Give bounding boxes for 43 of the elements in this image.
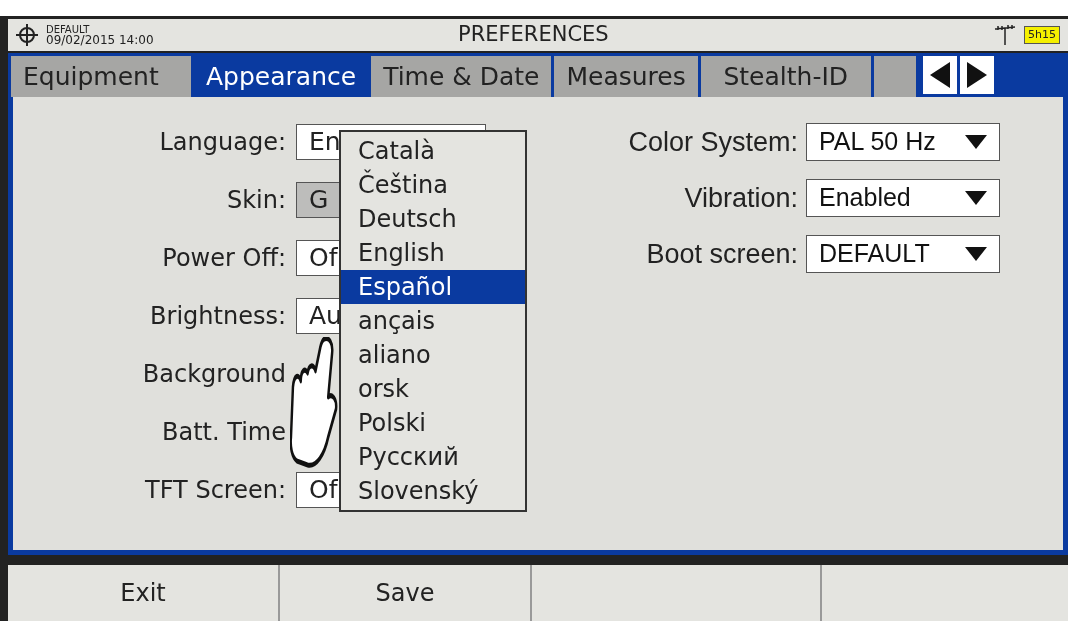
window-title: PREFERENCES [458, 21, 609, 49]
softkey-button[interactable]: Exit [8, 565, 280, 621]
select-field[interactable]: PAL 50 Hz [806, 123, 1000, 161]
right-arrow-icon [966, 62, 987, 88]
menu-item[interactable]: orsk [341, 372, 525, 406]
setting-label: Vibration: [683, 181, 799, 215]
menu-item[interactable]: Español [341, 270, 525, 304]
tab[interactable]: Measures [554, 56, 698, 97]
tab[interactable]: Time & Date [371, 56, 552, 97]
menu-item[interactable]: ançais [341, 304, 525, 338]
tab[interactable]: Stealth-ID [700, 56, 871, 97]
setting-label: TFT Screen: [144, 475, 286, 506]
setting-label: Boot screen: [645, 237, 799, 271]
caret-icon [965, 247, 987, 261]
crosshair-icon [16, 24, 38, 46]
menu-item[interactable]: Català [341, 134, 525, 168]
antenna-icon [994, 25, 1017, 45]
menu-item[interactable]: Čeština [341, 168, 525, 202]
setting-label: Color System: [627, 125, 799, 159]
scroll-right-button[interactable] [959, 56, 994, 94]
menu-item[interactable]: Deutsch [341, 202, 525, 236]
setting-label: Skin: [225, 185, 286, 216]
caret-icon [965, 135, 987, 149]
setting-label: Background [141, 359, 286, 390]
left-arrow-icon [929, 62, 950, 88]
setting-label: Language: [158, 127, 286, 158]
menu-item[interactable]: Русский [341, 440, 525, 474]
tab[interactable]: Equipment [11, 56, 191, 97]
setting-label: Power Off: [161, 243, 286, 274]
battery-indicator: 5h15 [1024, 26, 1060, 44]
select-field[interactable]: DEFAULT [806, 235, 1000, 273]
scroll-left-button[interactable] [922, 56, 957, 94]
setting-label: Brightness: [149, 301, 286, 332]
date-time: 09/02/2015 14:00 [46, 35, 154, 46]
setting-label: Batt. Time [161, 417, 286, 448]
menu-item[interactable]: English [341, 236, 525, 270]
menu-item[interactable]: Slovenský [341, 474, 525, 508]
select-field[interactable]: Enabled [806, 179, 1000, 217]
menu-item[interactable]: Polski [341, 406, 525, 440]
menu-item[interactable]: aliano [341, 338, 525, 372]
softkey-button[interactable]: Save [280, 565, 532, 621]
profile-name: DEFAULT [46, 24, 91, 35]
caret-icon [965, 191, 987, 205]
